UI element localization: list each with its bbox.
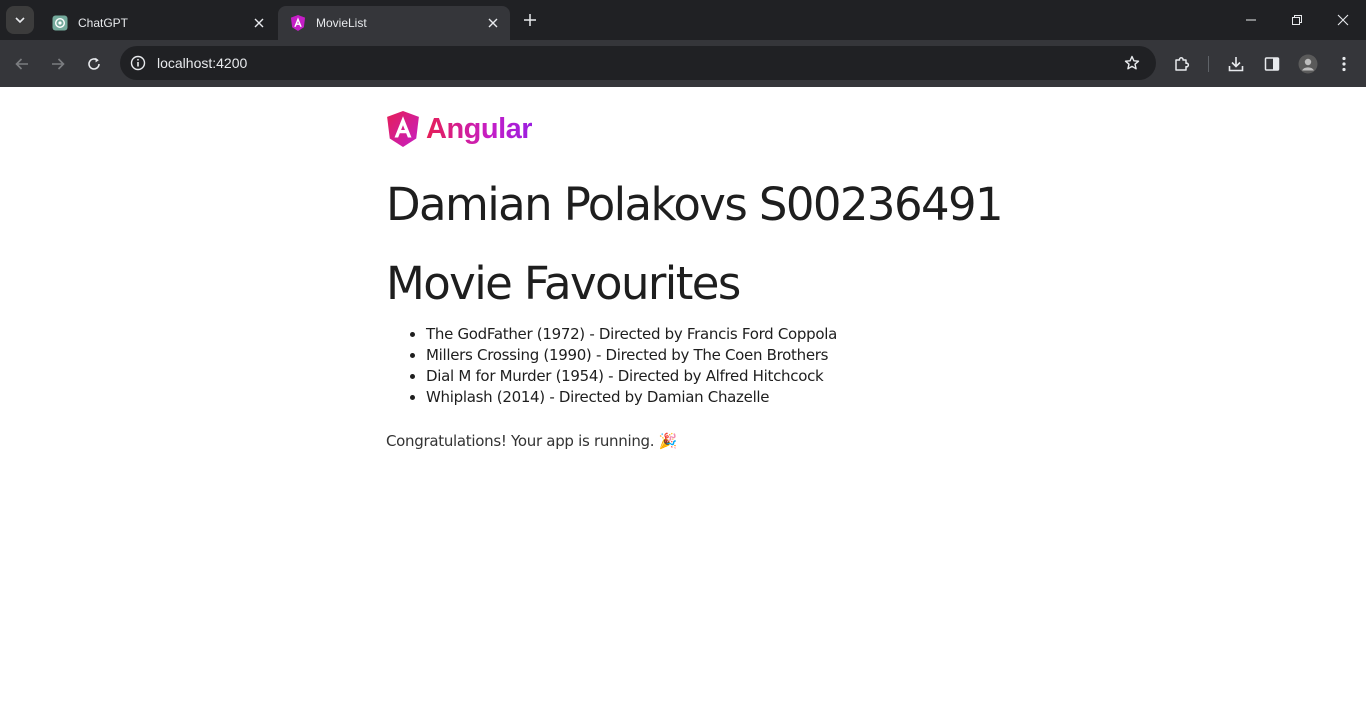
arrow-right-icon	[52, 58, 65, 70]
extensions-button[interactable]	[1168, 50, 1196, 78]
new-tab-button[interactable]	[518, 8, 542, 32]
tab-search-button[interactable]	[6, 6, 34, 34]
list-item: The GodFather (1972) - Directed by Franc…	[426, 324, 837, 345]
minimize-button[interactable]	[1228, 0, 1274, 40]
chevron-down-icon	[15, 17, 25, 24]
plus-icon	[524, 14, 536, 26]
kebab-menu-icon	[1342, 56, 1346, 72]
minimize-icon	[1246, 19, 1256, 21]
page-heading: Damian Polakovs S00236491	[386, 178, 1004, 231]
browser-toolbar: localhost:4200	[0, 40, 1366, 87]
tab-title: MovieList	[316, 16, 367, 30]
download-icon	[1228, 57, 1244, 72]
reload-icon	[88, 57, 100, 70]
address-bar[interactable]: localhost:4200	[120, 46, 1156, 80]
url-text[interactable]: localhost:4200	[157, 55, 1118, 71]
list-item: Dial M for Murder (1954) - Directed by A…	[426, 366, 837, 387]
toolbar-separator	[1208, 56, 1209, 72]
close-icon	[1337, 14, 1349, 26]
angular-logo: Angular	[386, 111, 533, 147]
downloads-button[interactable]	[1222, 50, 1250, 78]
close-tab-icon[interactable]	[484, 14, 502, 32]
profile-button[interactable]	[1294, 50, 1322, 78]
tab-strip: ChatGPT MovieList	[0, 0, 1366, 40]
menu-button[interactable]	[1330, 50, 1358, 78]
angular-icon	[290, 15, 306, 31]
list-item: Millers Crossing (1990) - Directed by Th…	[426, 345, 837, 366]
close-tab-icon[interactable]	[250, 14, 268, 32]
reload-button[interactable]	[80, 50, 108, 78]
back-button[interactable]	[8, 50, 36, 78]
tab-chatgpt[interactable]: ChatGPT	[40, 6, 276, 40]
tab-movielist[interactable]: MovieList	[278, 6, 510, 40]
bookmark-star-icon[interactable]	[1118, 49, 1146, 77]
angular-logo-text: Angular	[426, 112, 533, 145]
movie-favourites-heading: Movie Favourites	[386, 257, 741, 310]
chatgpt-icon	[52, 15, 68, 31]
puzzle-icon	[1175, 57, 1190, 71]
side-panel-button[interactable]	[1258, 50, 1286, 78]
restore-icon	[1292, 15, 1302, 25]
side-panel-icon	[1264, 57, 1280, 71]
restore-button[interactable]	[1274, 0, 1320, 40]
avatar-icon	[1298, 54, 1318, 74]
forward-button[interactable]	[44, 50, 72, 78]
movie-list: The GodFather (1972) - Directed by Franc…	[426, 324, 837, 408]
arrow-left-icon	[15, 58, 28, 70]
close-window-button[interactable]	[1320, 0, 1366, 40]
tab-title: ChatGPT	[78, 16, 129, 30]
angular-logo-icon	[387, 111, 419, 147]
site-info-icon[interactable]	[124, 49, 152, 77]
list-item: Whiplash (2014) - Directed by Damian Cha…	[426, 387, 837, 408]
congrats-message: Congratulations! Your app is running. 🎉	[386, 432, 678, 450]
